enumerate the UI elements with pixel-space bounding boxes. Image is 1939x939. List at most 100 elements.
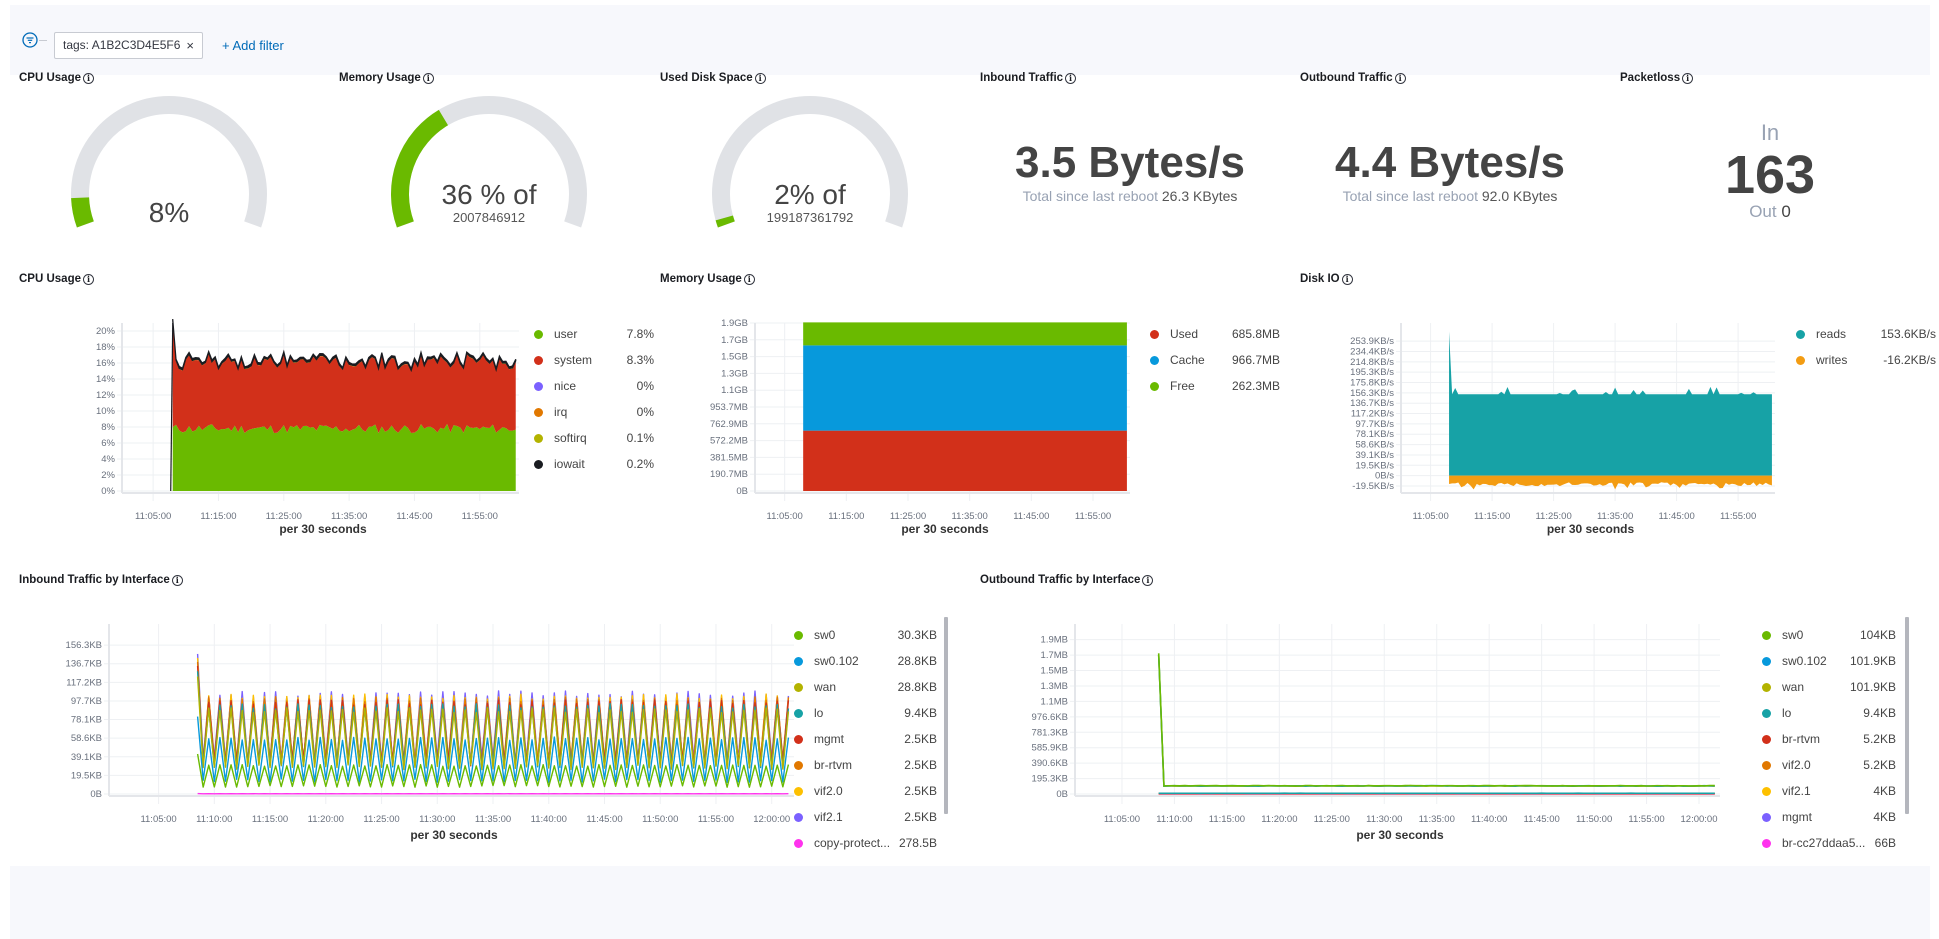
legend-item[interactable]: sw0 30.3KB — [794, 622, 937, 648]
legend-item[interactable]: writes -16.2KB/s — [1796, 347, 1936, 373]
legend-item[interactable]: softirq 0.1% — [534, 425, 654, 451]
legend-item[interactable]: iowait 0.2% — [534, 451, 654, 477]
legend-item[interactable]: lo 9.4KB — [1762, 700, 1896, 726]
info-icon[interactable]: i — [1682, 72, 1694, 84]
inbound-traffic-panel: Inbound Traffic i 3.5 Bytes/s Total since… — [980, 72, 1280, 252]
x-tick-label: 11:50:00 — [1576, 814, 1612, 825]
x-tick-label: 11:25:00 — [266, 511, 302, 522]
y-tick-label: 0B/s — [1375, 471, 1394, 482]
y-tick-label: 117.2KB/s — [1351, 409, 1394, 420]
legend-item[interactable]: system 8.3% — [534, 347, 654, 373]
legend-item[interactable]: reads 153.6KB/s — [1796, 321, 1936, 347]
legend-item[interactable]: Used 685.8MB — [1150, 321, 1280, 347]
info-icon[interactable]: i — [1065, 72, 1077, 84]
y-tick-label: 1.3GB — [721, 368, 748, 379]
area-user — [172, 423, 516, 491]
gauge-fill — [71, 197, 94, 228]
filter-connector — [39, 40, 47, 41]
inbound-traffic-total: Total since last reboot 26.3 KBytes — [1022, 188, 1238, 204]
y-tick-label: 195.3KB/s — [1350, 367, 1394, 378]
legend-color-dot — [1762, 760, 1771, 770]
legend-value: -16.2KB/s — [1883, 353, 1936, 367]
legend-item[interactable]: Free 262.3MB — [1150, 373, 1280, 399]
legend-item[interactable]: irq 0% — [534, 399, 654, 425]
legend-item[interactable]: vif2.0 5.2KB — [1762, 752, 1896, 778]
legend-scrollbar[interactable] — [1905, 617, 1909, 814]
legend-item[interactable]: vif2.1 4KB — [1762, 778, 1896, 804]
x-axis-label: per 30 seconds — [901, 522, 989, 536]
y-tick-label: 0B — [1056, 789, 1068, 800]
inbound-traffic-value: 3.5 Bytes/s — [1015, 138, 1245, 187]
legend-item[interactable]: mgmt 2.5KB — [794, 726, 937, 752]
disk-io-chart[interactable]: -19.5KB/s0B/s19.5KB/s39.1KB/s58.6KB/s78.… — [1300, 273, 1939, 543]
y-tick-label: 214.8KB/s — [1350, 357, 1394, 368]
legend-item[interactable]: br-rtvm 5.2KB — [1762, 726, 1896, 752]
packetloss-panel: Packetloss i In 163 Out 0 — [1620, 72, 1920, 252]
y-tick-label: 8% — [101, 422, 115, 433]
filter-pill-tags[interactable]: tags: A1B2C3D4E5F6 × — [54, 32, 203, 59]
x-tick-label: 11:25:00 — [1314, 814, 1350, 825]
info-icon[interactable]: i — [1394, 72, 1406, 84]
legend-item[interactable]: br-rtvm 2.5KB — [794, 752, 937, 778]
x-tick-label: 11:10:00 — [1156, 814, 1192, 825]
add-filter-button[interactable]: + Add filter — [222, 32, 284, 59]
x-tick-label: 11:40:00 — [531, 814, 567, 825]
legend-color-dot — [1762, 838, 1771, 848]
y-tick-label: 953.7MB — [710, 402, 748, 413]
legend-label: mgmt — [1782, 810, 1812, 824]
legend-item[interactable]: copy-protect... 278.5B — [794, 830, 937, 856]
x-tick-label: 11:05:00 — [767, 511, 803, 522]
legend-item[interactable]: br-cc27ddaa5... 66B — [1762, 830, 1896, 856]
legend-item[interactable]: sw0.102 101.9KB — [1762, 648, 1896, 674]
legend-value: 66B — [1874, 836, 1896, 850]
legend-item[interactable]: nice 0% — [534, 373, 654, 399]
filter-pill-label: tags: A1B2C3D4E5F6 — [63, 38, 181, 52]
y-tick-label: 234.4KB/s — [1350, 346, 1394, 357]
y-tick-label: 12% — [96, 390, 116, 401]
legend-value: 9.4KB — [904, 706, 937, 720]
x-tick-label: 11:45:00 — [1013, 511, 1049, 522]
legend-scrollbar[interactable] — [944, 617, 948, 814]
legend-item[interactable]: wan 28.8KB — [794, 674, 937, 700]
legend-label: Used — [1170, 327, 1199, 341]
legend-item[interactable]: lo 9.4KB — [794, 700, 937, 726]
gauge-fill — [391, 109, 449, 228]
y-tick-label: 39.1KB/s — [1355, 450, 1394, 461]
outbound-traffic-by-interface-chart[interactable]: 0B 195.3KB 390.6KB 585.9KB 781.3KB 976.6KB 1.1… — [980, 574, 1735, 849]
panel-title: Packetloss i — [1620, 72, 1694, 84]
legend-item[interactable]: user 7.8% — [534, 321, 654, 347]
y-tick-label: 1.9MB — [1041, 635, 1068, 646]
packetloss-in-label: In — [1760, 120, 1780, 145]
cpu-usage-legend: user 7.8% system 8.3% nice 0% irq 0% softirq 0.1%… — [534, 321, 654, 477]
filter-icon[interactable] — [22, 32, 38, 48]
legend-item[interactable]: sw0 104KB — [1762, 622, 1896, 648]
inbound-traffic-by-interface-chart[interactable]: 0B 19.5KB 39.1KB 58.6KB 78.1KB 97.7KB 117.2KB 1… — [19, 574, 809, 849]
y-tick-label: 0B — [736, 486, 748, 497]
legend-color-dot — [1762, 812, 1771, 822]
x-axis-label: per 30 seconds — [1356, 828, 1444, 842]
legend-label: irq — [554, 405, 568, 419]
y-tick-label: 14% — [96, 374, 116, 385]
remove-filter-icon[interactable]: × — [186, 33, 194, 58]
legend-label: wan — [814, 680, 837, 694]
x-tick-label: 11:10:00 — [196, 814, 232, 825]
used-disk-space-gauge-panel: Used Disk Space i 2% of 199187361792 — [660, 72, 960, 252]
legend-item[interactable]: wan 101.9KB — [1762, 674, 1896, 700]
legend-label: br-cc27ddaa5... — [1782, 836, 1866, 850]
legend-item[interactable]: sw0.102 28.8KB — [794, 648, 937, 674]
y-tick-label: 195.3KB — [1032, 774, 1068, 785]
legend-item[interactable]: vif2.0 2.5KB — [794, 778, 937, 804]
legend-item[interactable]: mgmt 4KB — [1762, 804, 1896, 830]
y-tick-label: 136.7KB — [66, 659, 102, 670]
legend-label: wan — [1782, 680, 1805, 694]
y-tick-label: -19.5KB/s — [1352, 481, 1394, 492]
memory-usage-chart[interactable]: 0B 190.7MB 381.5MB 572.2MB 762.9MB 953.7MB 1.1… — [660, 273, 1300, 543]
x-tick-label: 11:45:00 — [396, 511, 432, 522]
panel-title: Outbound Traffic i — [1300, 72, 1406, 84]
x-tick-label: 11:15:00 — [1209, 814, 1245, 825]
legend-item[interactable]: Cache 966.7MB — [1150, 347, 1280, 373]
y-tick-label: 253.9KB/s — [1350, 336, 1394, 347]
legend-item[interactable]: vif2.1 2.5KB — [794, 804, 937, 830]
y-tick-label: 19.5KB/s — [1355, 460, 1394, 471]
legend-value: 278.5B — [898, 836, 937, 850]
